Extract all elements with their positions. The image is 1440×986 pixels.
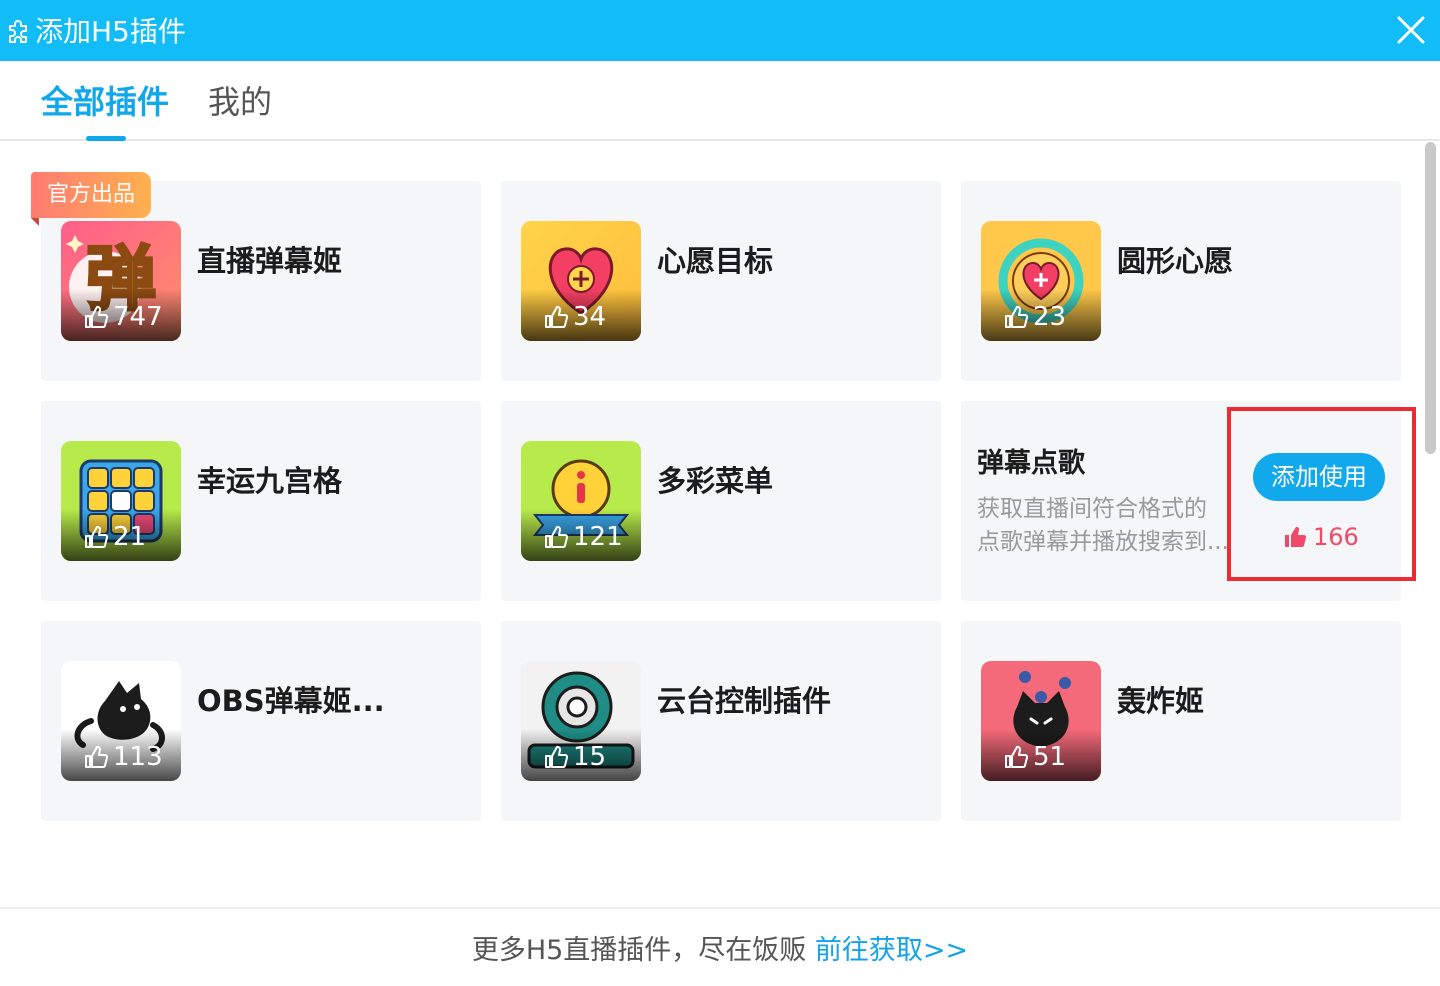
plugin-name: 圆形心愿: [1117, 244, 1234, 278]
footer-text: 更多H5直播插件，尽在饭贩 前往获取>>: [472, 933, 968, 969]
plugin-description: 获取直播间符合格式的 点歌弹幕并播放搜索到...: [977, 493, 1242, 559]
plugin-name: 多彩菜单: [657, 464, 774, 498]
official-badge-fold: [31, 218, 39, 226]
plugin-name: 弹幕点歌: [977, 448, 1085, 479]
plugin-name: 直播弹幕姬: [197, 244, 343, 278]
thumbs-up-outline-icon: [545, 525, 569, 548]
title-bar: 添加H5插件: [0, 0, 1440, 61]
thumbs-up-outline-icon: [545, 745, 569, 768]
plugin-name: 心愿目标: [657, 244, 774, 278]
tab-bar: 全部插件 我的: [0, 61, 1440, 141]
tab-all-plugins[interactable]: 全部插件: [41, 81, 169, 123]
plugin-card[interactable]: 113 OBS弹幕姬...: [41, 621, 481, 821]
puzzle-icon: [9, 20, 27, 43]
plugin-thumbnail: 121: [521, 441, 641, 561]
dialog-title: 添加H5插件: [35, 15, 186, 48]
plugin-card[interactable]: 23 圆形心愿: [961, 181, 1401, 381]
description-line: 获取直播间符合格式的: [977, 496, 1207, 522]
thumbs-up-outline-icon: [1005, 305, 1029, 328]
plugin-thumbnail: 弹 747: [61, 221, 181, 341]
plugin-card[interactable]: 15 云台控制插件: [501, 621, 941, 821]
plugin-card[interactable]: 34 心愿目标: [501, 181, 941, 381]
add-h5-plugin-dialog: 添加H5插件 全部插件 我的 官方出品 弹 747 直播弹幕姬 34 心愿目标 …: [0, 0, 1440, 986]
footer: 更多H5直播插件，尽在饭贩 前往获取>>: [0, 907, 1440, 986]
plugin-card[interactable]: 21 幸运九宫格: [41, 401, 481, 601]
thumbs-up-outline-icon: [85, 305, 109, 328]
plugin-name: 幸运九宫格: [197, 464, 343, 498]
plugin-thumbnail: 21: [61, 441, 181, 561]
plugin-thumbnail: 113: [61, 661, 181, 781]
get-more-link[interactable]: 前往获取>>: [815, 935, 968, 966]
scrollbar-thumb[interactable]: [1425, 142, 1436, 454]
close-icon[interactable]: [1394, 13, 1428, 47]
plugin-name: 云台控制插件: [657, 684, 832, 718]
thumbs-up-outline-icon: [85, 525, 109, 548]
thumbs-up-outline-icon: [85, 745, 109, 768]
highlight-box: [1227, 407, 1416, 581]
thumbs-up-outline-icon: [545, 305, 569, 328]
plugin-thumbnail: 23: [981, 221, 1101, 341]
plugin-name: 轰炸姬: [1117, 684, 1205, 718]
plugin-name: OBS弹幕姬...: [197, 684, 385, 718]
plugin-thumbnail: 51: [981, 661, 1101, 781]
plugin-card[interactable]: 121 多彩菜单: [501, 401, 941, 601]
plugin-card[interactable]: 51 轰炸姬: [961, 621, 1401, 821]
thumbs-up-outline-icon: [1005, 745, 1029, 768]
official-badge: 官方出品: [31, 172, 151, 218]
footer-promo: 更多H5直播插件，尽在饭贩: [471, 935, 815, 966]
plugin-thumbnail: 34: [521, 221, 641, 341]
tab-mine[interactable]: 我的: [208, 81, 272, 123]
plugin-thumbnail: 15: [521, 661, 641, 781]
description-line: 点歌弹幕并播放搜索到...: [977, 529, 1229, 555]
active-tab-indicator: [86, 136, 126, 141]
